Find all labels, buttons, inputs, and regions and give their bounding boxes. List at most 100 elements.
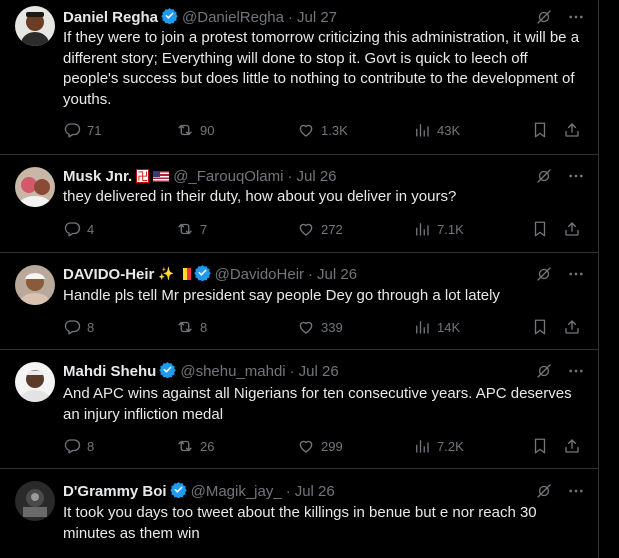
author-name[interactable]: DAVIDO-Heir: [63, 266, 154, 283]
tweet-date[interactable]: Jul 26: [299, 363, 339, 380]
views-button[interactable]: 14K: [413, 318, 460, 336]
tweet-date[interactable]: Jul 26: [317, 266, 357, 283]
share-button[interactable]: [563, 318, 581, 336]
tweet-date[interactable]: Jul 27: [297, 9, 337, 26]
tweet-date[interactable]: Jul 26: [296, 168, 336, 185]
like-button[interactable]: 272: [297, 220, 343, 238]
like-count: 1.3K: [321, 122, 348, 138]
author-handle[interactable]: @shehu_mahdi: [180, 363, 285, 380]
views-button[interactable]: 7.2K: [413, 437, 464, 455]
bookmark-button[interactable]: [531, 318, 549, 336]
reply-count: 8: [87, 319, 95, 335]
reply-count: 8: [87, 438, 95, 454]
tweet[interactable]: Daniel Regha @DanielRegha · Jul 27 If th…: [0, 0, 598, 155]
tweet[interactable]: Musk Jnr. @_FarouqOlami · Jul 26 they de…: [0, 155, 598, 253]
repost-icon: [178, 440, 192, 452]
reply-button[interactable]: 4: [63, 220, 94, 238]
verified-icon: [193, 264, 211, 285]
analytics-icon: [416, 223, 429, 236]
author-handle[interactable]: @Magik_jay_: [191, 483, 282, 500]
repost-button[interactable]: 8: [176, 318, 207, 336]
grok-icon[interactable]: [535, 8, 553, 26]
bookmark-icon: [534, 438, 546, 454]
repost-button[interactable]: 7: [176, 220, 207, 238]
analytics-icon: [416, 440, 429, 453]
reply-button[interactable]: 8: [63, 437, 94, 455]
repost-count: 90: [200, 122, 215, 138]
bookmark-icon: [534, 319, 546, 335]
author-name[interactable]: Mahdi Shehu: [63, 363, 156, 380]
tweet-date[interactable]: Jul 26: [295, 483, 335, 500]
tweet[interactable]: Mahdi Shehu @shehu_mahdi · Jul 26 And AP…: [0, 350, 598, 469]
bookmark-button[interactable]: [531, 437, 549, 455]
repost-button[interactable]: 90: [176, 121, 214, 139]
grok-icon[interactable]: [535, 482, 553, 500]
bookmark-button[interactable]: [531, 121, 549, 139]
views-button[interactable]: 43K: [413, 121, 460, 139]
reply-button[interactable]: 8: [63, 318, 94, 336]
avatar[interactable]: [15, 481, 55, 521]
repost-icon: [178, 321, 192, 333]
like-count: 299: [321, 438, 343, 454]
bookmark-button[interactable]: [531, 220, 549, 238]
tweet[interactable]: D'Grammy Boi @Magik_jay_ · Jul 26 It too…: [0, 469, 598, 558]
verified-icon: [169, 481, 187, 502]
verified-icon: [161, 7, 178, 28]
more-icon[interactable]: [567, 8, 585, 26]
heart-icon: [299, 440, 313, 453]
author-name[interactable]: D'Grammy Boi: [63, 483, 167, 500]
avatar[interactable]: [15, 167, 55, 207]
share-icon: [565, 439, 579, 453]
more-icon[interactable]: [567, 265, 585, 283]
reply-icon: [64, 320, 81, 335]
avatar[interactable]: [15, 362, 55, 402]
tweet-actions: 8 26 299 7.2K: [63, 437, 588, 457]
grok-icon[interactable]: [535, 167, 553, 185]
reply-button[interactable]: 71: [63, 121, 101, 139]
author-name[interactable]: Musk Jnr.: [63, 168, 132, 185]
avatar[interactable]: [15, 265, 55, 305]
tweet-actions: 8 8 339 14K: [63, 318, 588, 338]
views-count: 43K: [437, 122, 461, 138]
tweet-text: they delivered in their duty, how about …: [63, 188, 457, 205]
more-icon[interactable]: [567, 167, 585, 185]
grok-icon[interactable]: [535, 265, 553, 283]
separator-dot: ·: [287, 167, 293, 185]
views-count: 14K: [437, 319, 461, 335]
reply-count: 4: [87, 221, 95, 237]
tweet[interactable]: DAVIDO-Heir ✨ @DavidoHeir · Jul 26 Handl…: [0, 253, 598, 350]
more-icon[interactable]: [567, 362, 585, 380]
verified-icon: [159, 361, 177, 382]
flag-emoji-icon: [136, 168, 150, 184]
like-count: 339: [321, 319, 343, 335]
more-icon[interactable]: [567, 482, 585, 500]
author-name[interactable]: Daniel Regha: [63, 9, 158, 26]
tweet-actions: 71 90 1.3K 43K: [63, 121, 588, 141]
grok-icon[interactable]: [535, 362, 553, 380]
author-handle[interactable]: @_FarouqOlami: [173, 168, 283, 185]
bookmark-icon: [534, 122, 546, 138]
like-button[interactable]: 339: [297, 318, 343, 336]
share-button[interactable]: [563, 220, 581, 238]
share-icon: [565, 222, 579, 236]
repost-icon: [178, 124, 192, 136]
share-button[interactable]: [563, 121, 581, 139]
reply-icon: [64, 222, 81, 237]
avatar[interactable]: [15, 6, 55, 46]
repost-count: 7: [200, 221, 208, 237]
separator-dot: ·: [289, 362, 295, 380]
views-count: 7.1K: [437, 221, 464, 237]
reply-icon: [64, 439, 81, 454]
share-button[interactable]: [563, 437, 581, 455]
author-handle[interactable]: @DavidoHeir: [215, 266, 304, 283]
separator-dot: ·: [287, 8, 293, 26]
like-count: 272: [321, 221, 343, 237]
like-button[interactable]: 1.3K: [297, 121, 348, 139]
like-button[interactable]: 299: [297, 437, 343, 455]
views-count: 7.2K: [437, 438, 464, 454]
author-handle[interactable]: @DanielRegha: [182, 9, 284, 26]
analytics-icon: [416, 321, 429, 334]
belgium-flag-icon: [178, 268, 191, 280]
repost-button[interactable]: 26: [176, 437, 214, 455]
views-button[interactable]: 7.1K: [413, 220, 464, 238]
